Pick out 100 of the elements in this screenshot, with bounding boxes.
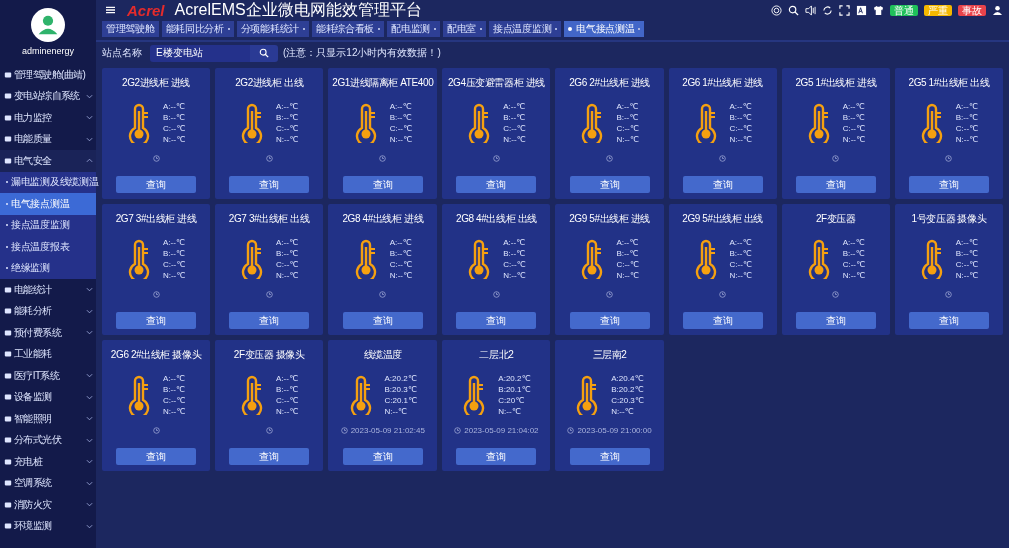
query-button[interactable]: 查询 <box>795 176 876 193</box>
query-button[interactable]: 查询 <box>569 448 650 465</box>
menu-item[interactable]: 环境监测 <box>0 515 96 537</box>
thermometer-icon <box>467 239 492 279</box>
tab[interactable]: 接点温度监测 <box>489 21 562 37</box>
menu-item[interactable]: 预付费系统 <box>0 322 96 344</box>
temperature-reading: C:--℃ <box>842 123 865 134</box>
menu-item-icon <box>4 156 12 165</box>
query-button[interactable]: 查询 <box>342 448 423 465</box>
temperature-reading: N:--℃ <box>842 134 865 145</box>
query-button[interactable]: 查询 <box>342 176 423 193</box>
query-button[interactable]: 查询 <box>569 312 650 329</box>
query-button[interactable]: 查询 <box>908 312 989 329</box>
font-size-icon[interactable] <box>856 4 867 16</box>
menu-item[interactable]: 工业能耗 <box>0 343 96 365</box>
tab[interactable]: 管理驾驶舱 <box>102 21 159 37</box>
menu-item[interactable]: 能耗分析 <box>0 300 96 322</box>
menu-item[interactable]: 分布式光伏 <box>0 429 96 451</box>
refresh-icon[interactable] <box>822 4 833 16</box>
temperature-reading: C:--℃ <box>276 259 299 270</box>
search-icon[interactable] <box>788 4 799 16</box>
query-button[interactable]: 查询 <box>456 312 537 329</box>
menu-item-icon <box>4 479 12 488</box>
query-button[interactable]: 查询 <box>682 312 763 329</box>
query-button[interactable]: 查询 <box>116 176 197 193</box>
temperature-reading: B:--℃ <box>162 248 186 259</box>
menu-item[interactable]: 医疗IT系统 <box>0 365 96 387</box>
query-button[interactable]: 查询 <box>682 176 763 193</box>
card-title: 2G1进线隔离柜 ATE400 <box>332 76 434 90</box>
menu-item[interactable]: 电力监控 <box>0 107 96 129</box>
tab[interactable]: 分项能耗统计 <box>236 21 309 37</box>
menu-item[interactable]: 设备监测 <box>0 386 96 408</box>
card-title: 2G2进线柜 进线 <box>122 76 191 90</box>
menu-icon[interactable] <box>106 6 115 14</box>
temperature-reading: C:--℃ <box>955 259 979 270</box>
temperature-reading: B:--℃ <box>503 248 526 259</box>
alert-badge[interactable]: 事故 <box>958 4 986 16</box>
query-button[interactable]: 查询 <box>116 312 197 329</box>
tab[interactable]: 配电室 <box>442 21 487 37</box>
clock-icon <box>379 154 387 162</box>
menu-item[interactable]: 智能照明 <box>0 408 96 430</box>
submenu-item[interactable]: 电气接点测温 <box>0 193 96 215</box>
query-button[interactable]: 查询 <box>569 176 650 193</box>
card-title: 1号变压器 摄像头 <box>911 212 987 226</box>
query-button[interactable]: 查询 <box>795 312 876 329</box>
temperature-reading: A:--℃ <box>616 101 639 112</box>
temperature-reading: A:20.2℃ <box>384 373 418 384</box>
temperature-reading: A:--℃ <box>276 101 299 112</box>
temperature-reading: B:--℃ <box>162 112 186 123</box>
temperature-reading: B:--℃ <box>276 112 299 123</box>
clock-icon <box>265 290 273 298</box>
lifebuoy-icon[interactable] <box>771 4 782 16</box>
submenu-item[interactable]: 接点温度报表 <box>0 236 96 258</box>
thermometer-icon <box>580 239 605 279</box>
query-button[interactable]: 查询 <box>229 448 310 465</box>
chevron-icon <box>86 330 93 336</box>
search-button[interactable] <box>250 44 278 62</box>
menu-item[interactable]: 消防火灾 <box>0 494 96 516</box>
menu-item[interactable]: 变电站综自系统 <box>0 85 96 107</box>
query-button[interactable]: 查询 <box>908 176 989 193</box>
fullscreen-icon[interactable] <box>839 4 850 16</box>
clock-icon <box>454 426 462 434</box>
thermometer-icon <box>580 103 605 143</box>
card-title: 2G7 3#出线柜 出线 <box>228 212 310 226</box>
temperature-reading: B:20.2℃ <box>611 384 644 395</box>
card-title: 2G2进线柜 出线 <box>235 76 304 90</box>
tab[interactable]: 电气接点测温 <box>564 21 645 37</box>
card-title: 2G9 5#出线柜 进线 <box>569 212 650 226</box>
station-field[interactable]: E楼变电站 <box>150 44 250 62</box>
menu-item[interactable]: 管理驾驶舱(曲靖) <box>0 64 96 86</box>
menu-item-icon <box>4 414 12 423</box>
query-button[interactable]: 查询 <box>116 448 197 465</box>
clock-icon <box>719 290 727 298</box>
temperature-reading: N:--℃ <box>389 134 412 145</box>
submenu-item[interactable]: 绝缘监测 <box>0 257 96 279</box>
query-button[interactable]: 查询 <box>229 312 310 329</box>
speaker-icon[interactable] <box>805 4 816 16</box>
card-title: 2F变压器 摄像头 <box>233 348 305 362</box>
menu-item[interactable]: 电气安全 <box>0 150 96 172</box>
user-icon[interactable] <box>992 4 1003 16</box>
menu-item[interactable]: 电能质量 <box>0 128 96 150</box>
query-button[interactable]: 查询 <box>229 176 310 193</box>
tab[interactable]: 配电监测 <box>387 21 440 37</box>
menu-item[interactable]: 充电桩 <box>0 451 96 473</box>
temperature-reading: B:--℃ <box>616 248 639 259</box>
tab[interactable]: 能耗同比分析 <box>161 21 234 37</box>
query-button[interactable]: 查询 <box>456 448 537 465</box>
shirt-icon[interactable] <box>873 4 884 16</box>
temperature-reading: A:--℃ <box>389 237 412 248</box>
menu-item-icon <box>4 70 12 79</box>
query-button[interactable]: 查询 <box>342 312 423 329</box>
menu-item[interactable]: 电能统计 <box>0 279 96 301</box>
chevron-icon <box>86 480 93 486</box>
chevron-icon <box>86 373 93 379</box>
submenu-item[interactable]: 接点温度监测 <box>0 214 96 236</box>
query-button[interactable]: 查询 <box>456 176 537 193</box>
tab[interactable]: 能耗综合看板 <box>311 21 385 37</box>
thermometer-icon <box>693 103 718 143</box>
menu-item[interactable]: 空调系统 <box>0 472 96 494</box>
temperature-reading: A:--℃ <box>503 101 526 112</box>
